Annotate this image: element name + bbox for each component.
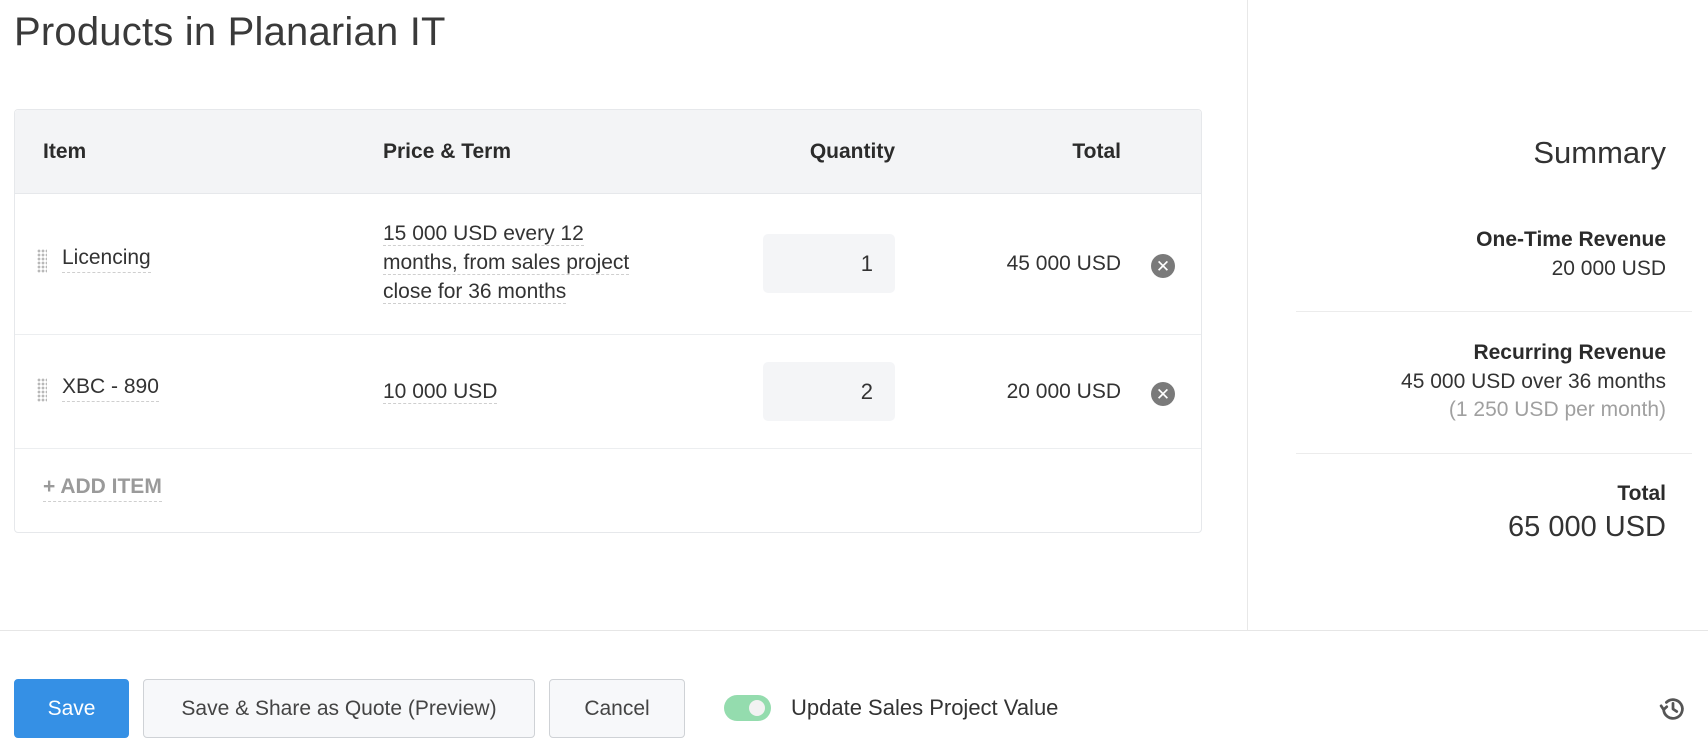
save-button[interactable]: Save xyxy=(14,679,129,738)
summary-panel: Summary One-Time Revenue 20 000 USD Recu… xyxy=(1247,0,1708,630)
row-total: 20 000 USD xyxy=(1006,380,1121,403)
one-time-revenue-label: One-Time Revenue xyxy=(1476,228,1666,251)
close-circle-icon: ✕ xyxy=(1155,256,1171,276)
summary-total: Total 65 000 USD xyxy=(1508,479,1666,545)
price-term-line: months, from sales project xyxy=(383,251,630,275)
toggle-label: Update Sales Project Value xyxy=(791,695,1059,720)
recurring-revenue: Recurring Revenue 45 000 USD over 36 mon… xyxy=(1401,338,1666,424)
quantity-input[interactable] xyxy=(763,234,895,293)
price-term-link[interactable]: 10 000 USD xyxy=(383,377,673,406)
summary-divider xyxy=(1296,453,1692,454)
page-title: Products in Planarian IT xyxy=(14,10,446,54)
column-header-total: Total xyxy=(1072,140,1121,163)
history-icon[interactable] xyxy=(1658,694,1688,724)
item-name-link[interactable]: Licencing xyxy=(62,244,151,273)
column-header-item: Item xyxy=(43,140,87,163)
one-time-revenue: One-Time Revenue 20 000 USD xyxy=(1476,225,1666,283)
table-row: Licencing 15 000 USD every 12 months, fr… xyxy=(15,194,1201,335)
remove-item-button[interactable]: ✕ xyxy=(1151,382,1175,406)
recurring-revenue-label: Recurring Revenue xyxy=(1473,341,1666,364)
summary-total-label: Total xyxy=(1617,482,1666,505)
cancel-button[interactable]: Cancel xyxy=(549,679,685,738)
recurring-revenue-value: 45 000 USD over 36 months xyxy=(1401,370,1666,393)
summary-divider xyxy=(1296,311,1692,312)
summary-title: Summary xyxy=(1533,135,1666,170)
toggle-knob xyxy=(749,700,765,716)
summary-total-value: 65 000 USD xyxy=(1508,511,1666,543)
products-table: Item Price & Term Quantity Total Licenci… xyxy=(14,109,1202,533)
column-header-price-term: Price & Term xyxy=(383,140,511,163)
price-term-link[interactable]: 15 000 USD every 12 months, from sales p… xyxy=(383,219,673,306)
products-main-panel: Products in Planarian IT Item Price & Te… xyxy=(0,0,1247,630)
drag-handle-icon[interactable] xyxy=(37,378,47,402)
add-item-button[interactable]: + ADD ITEM xyxy=(43,473,162,502)
table-row: XBC - 890 10 000 USD 20 000 USD ✕ xyxy=(15,335,1201,449)
update-sales-project-value-toggle[interactable] xyxy=(724,695,771,721)
quantity-input[interactable] xyxy=(763,362,895,421)
remove-item-button[interactable]: ✕ xyxy=(1151,254,1175,278)
footer-bar: Save Save & Share as Quote (Preview) Can… xyxy=(0,630,1708,753)
one-time-revenue-value: 20 000 USD xyxy=(1551,257,1666,280)
save-share-quote-button[interactable]: Save & Share as Quote (Preview) xyxy=(143,679,535,738)
recurring-revenue-per-month: (1 250 USD per month) xyxy=(1448,398,1666,421)
close-circle-icon: ✕ xyxy=(1155,384,1171,404)
price-term-line: 10 000 USD xyxy=(383,380,498,404)
item-name-link[interactable]: XBC - 890 xyxy=(62,373,159,402)
table-header: Item Price & Term Quantity Total xyxy=(15,110,1201,194)
price-term-line: close for 36 months xyxy=(383,280,567,304)
column-header-quantity: Quantity xyxy=(809,140,895,163)
row-total: 45 000 USD xyxy=(1006,252,1121,275)
drag-handle-icon[interactable] xyxy=(37,249,47,273)
products-page: Products in Planarian IT Item Price & Te… xyxy=(0,0,1708,753)
price-term-line: 15 000 USD every 12 xyxy=(383,222,584,246)
